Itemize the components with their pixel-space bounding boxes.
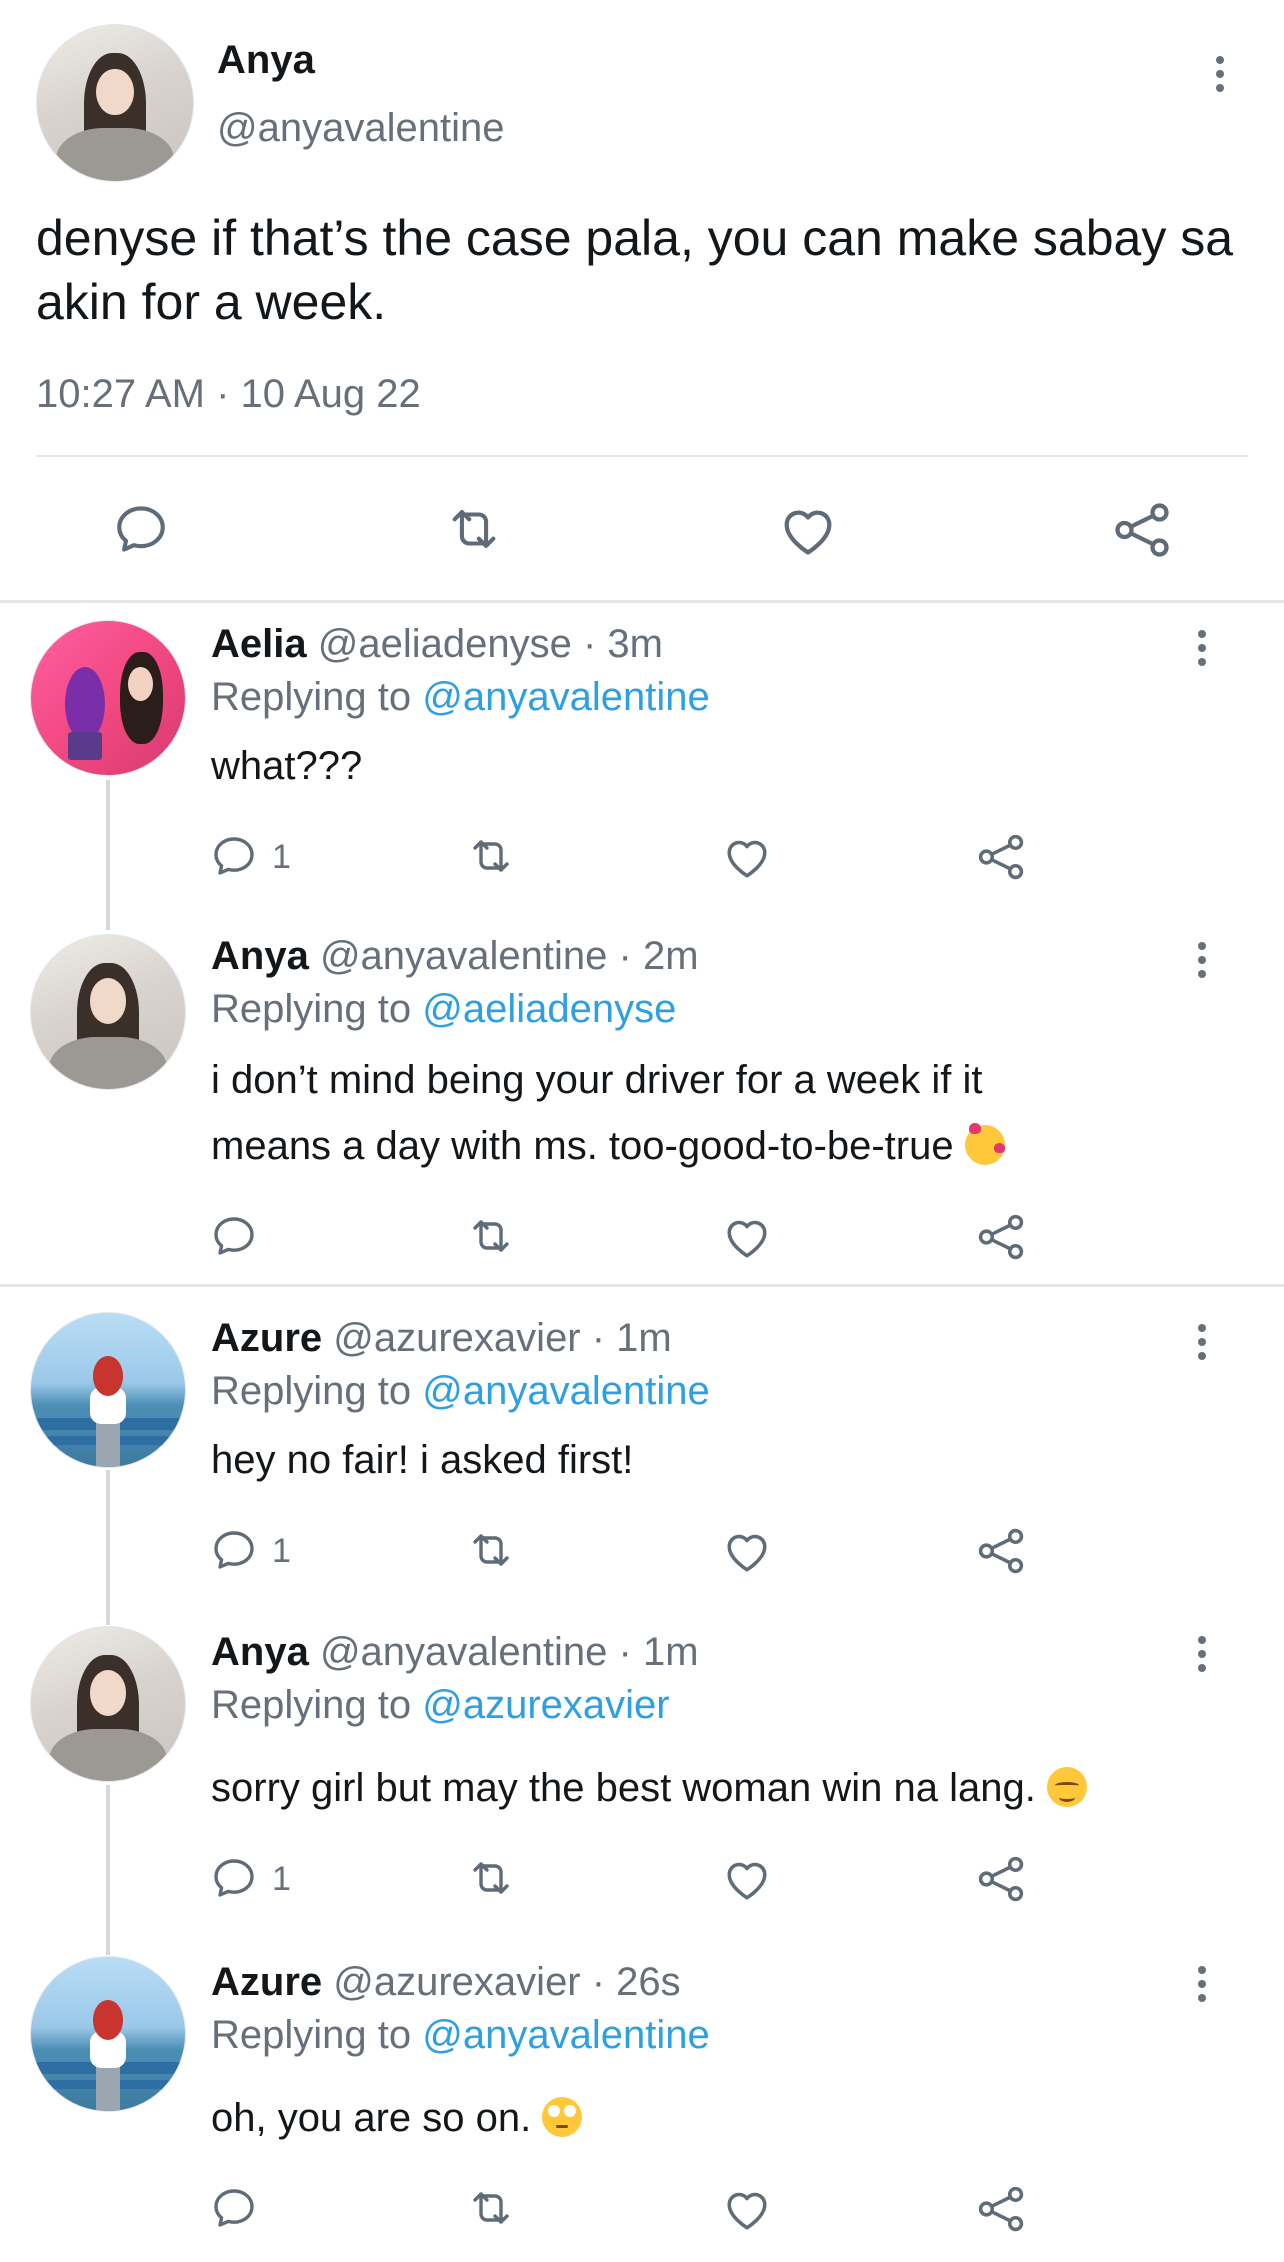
- replying-to-mention[interactable]: @anyavalentine: [422, 675, 709, 719]
- replying-to-line: Replying to @anyavalentine: [211, 675, 710, 720]
- avatar-anya[interactable]: [36, 24, 194, 182]
- reply-icon[interactable]: [112, 500, 170, 558]
- main-tweet-divider: [36, 455, 1248, 457]
- replying-to-line: Replying to @aeliadenyse: [211, 987, 676, 1032]
- relieved-face-emoji-icon: [1046, 1767, 1087, 1807]
- reply-text-container: sorry girl but may the best woman win na…: [211, 1766, 1087, 1811]
- more-options-icon[interactable]: [1196, 1636, 1208, 1678]
- thread-connector: [106, 1785, 110, 1955]
- avatar-azure[interactable]: [30, 1312, 186, 1468]
- reply-text: hey no fair! i asked first!: [211, 1438, 634, 1482]
- reply-text-line-1: i don’t mind being your driver for a wee…: [211, 1058, 983, 1102]
- thread-connector: [106, 780, 110, 930]
- reply-author-name[interactable]: Azure: [211, 1960, 322, 2004]
- more-options-icon[interactable]: [1196, 942, 1208, 984]
- like-icon[interactable]: [722, 834, 772, 880]
- replying-to-line: Replying to @azurexavier: [211, 1683, 670, 1728]
- like-icon[interactable]: [722, 1214, 772, 1260]
- more-options-icon[interactable]: [1196, 630, 1208, 672]
- section-divider: [0, 1284, 1284, 1287]
- main-tweet-author-handle[interactable]: @anyavalentine: [217, 106, 504, 151]
- face-with-rolling-eyes-emoji-icon: [542, 2097, 583, 2137]
- reply-author-handle-time[interactable]: @anyavalentine · 1m: [320, 1630, 699, 1674]
- avatar-aelia[interactable]: [30, 620, 186, 776]
- like-icon[interactable]: [722, 2186, 772, 2232]
- reply-header: Azure @azurexavier · 1m: [211, 1316, 672, 1361]
- smiling-face-with-hearts-emoji-icon: [964, 1123, 1005, 1165]
- reply-author-name[interactable]: Anya: [211, 1630, 309, 1674]
- reply-header: Azure @azurexavier · 26s: [211, 1960, 681, 2005]
- replying-to-label: Replying to: [211, 2013, 412, 2057]
- reply-text: what???: [211, 744, 363, 788]
- reply-icon[interactable]: [210, 1526, 258, 1574]
- reply-text: sorry girl but may the best woman win na…: [211, 1766, 1036, 1810]
- section-divider: [0, 600, 1284, 603]
- main-tweet-timestamp: 10:27 AM · 10 Aug 22: [36, 372, 421, 416]
- replying-to-label: Replying to: [211, 987, 412, 1031]
- replying-to-mention[interactable]: @anyavalentine: [422, 2013, 709, 2057]
- main-tweet-text: denyse if that’s the case pala, you can …: [36, 210, 1234, 330]
- retweet-icon[interactable]: [464, 2184, 518, 2232]
- reply-author-handle-time[interactable]: @anyavalentine · 2m: [320, 934, 699, 978]
- reply-author-handle-time[interactable]: @aeliadenyse · 3m: [318, 622, 663, 666]
- reply-text-line-2: means a day with ms. too-good-to-be-true: [211, 1124, 954, 1168]
- replying-to-label: Replying to: [211, 1369, 412, 1413]
- share-icon[interactable]: [976, 1526, 1026, 1576]
- avatar-anya[interactable]: [30, 934, 186, 1090]
- reply-icon[interactable]: [210, 1212, 258, 1260]
- avatar-azure[interactable]: [30, 1956, 186, 2112]
- reply-author-handle-time[interactable]: @azurexavier · 26s: [333, 1960, 680, 2004]
- reply-count: 1: [272, 1860, 291, 1898]
- reply-header: Anya @anyavalentine · 2m: [211, 934, 699, 979]
- thread-connector: [106, 1470, 110, 1625]
- replying-to-label: Replying to: [211, 675, 412, 719]
- reply-header: Aelia @aeliadenyse · 3m: [211, 622, 663, 667]
- reply-icon[interactable]: [210, 832, 258, 880]
- reply-icon[interactable]: [210, 1854, 258, 1902]
- retweet-icon[interactable]: [464, 1854, 518, 1902]
- share-icon[interactable]: [976, 1854, 1026, 1904]
- reply-icon[interactable]: [210, 2184, 258, 2232]
- more-options-icon[interactable]: [1196, 1966, 1208, 2008]
- reply-author-name[interactable]: Anya: [211, 934, 309, 978]
- share-icon[interactable]: [976, 1212, 1026, 1262]
- reply-text-container: oh, you are so on.: [211, 2096, 583, 2141]
- retweet-icon[interactable]: [442, 500, 506, 558]
- replying-to-mention[interactable]: @aeliadenyse: [422, 987, 676, 1031]
- main-tweet-author-name[interactable]: Anya: [217, 38, 315, 83]
- more-options-icon[interactable]: [1214, 56, 1226, 98]
- share-icon[interactable]: [976, 2184, 1026, 2234]
- like-icon[interactable]: [778, 502, 838, 558]
- replying-to-line: Replying to @anyavalentine: [211, 2013, 710, 2058]
- share-icon[interactable]: [1112, 500, 1172, 560]
- more-options-icon[interactable]: [1196, 1324, 1208, 1366]
- retweet-icon[interactable]: [464, 1212, 518, 1260]
- replying-to-mention[interactable]: @azurexavier: [422, 1683, 669, 1727]
- share-icon[interactable]: [976, 832, 1026, 882]
- reply-header: Anya @anyavalentine · 1m: [211, 1630, 699, 1675]
- like-icon[interactable]: [722, 1528, 772, 1574]
- reply-text: oh, you are so on.: [211, 2096, 532, 2140]
- reply-author-name[interactable]: Aelia: [211, 622, 307, 666]
- replying-to-line: Replying to @anyavalentine: [211, 1369, 710, 1414]
- reply-count: 1: [272, 838, 291, 876]
- retweet-icon[interactable]: [464, 832, 518, 880]
- avatar-anya[interactable]: [30, 1626, 186, 1782]
- reply-author-handle-time[interactable]: @azurexavier · 1m: [333, 1316, 671, 1360]
- replying-to-mention[interactable]: @anyavalentine: [422, 1369, 709, 1413]
- reply-text-line-2-container: means a day with ms. too-good-to-be-true: [211, 1123, 1005, 1169]
- like-icon[interactable]: [722, 1856, 772, 1902]
- replying-to-label: Replying to: [211, 1683, 412, 1727]
- retweet-icon[interactable]: [464, 1526, 518, 1574]
- reply-count: 1: [272, 1532, 291, 1570]
- reply-author-name[interactable]: Azure: [211, 1316, 322, 1360]
